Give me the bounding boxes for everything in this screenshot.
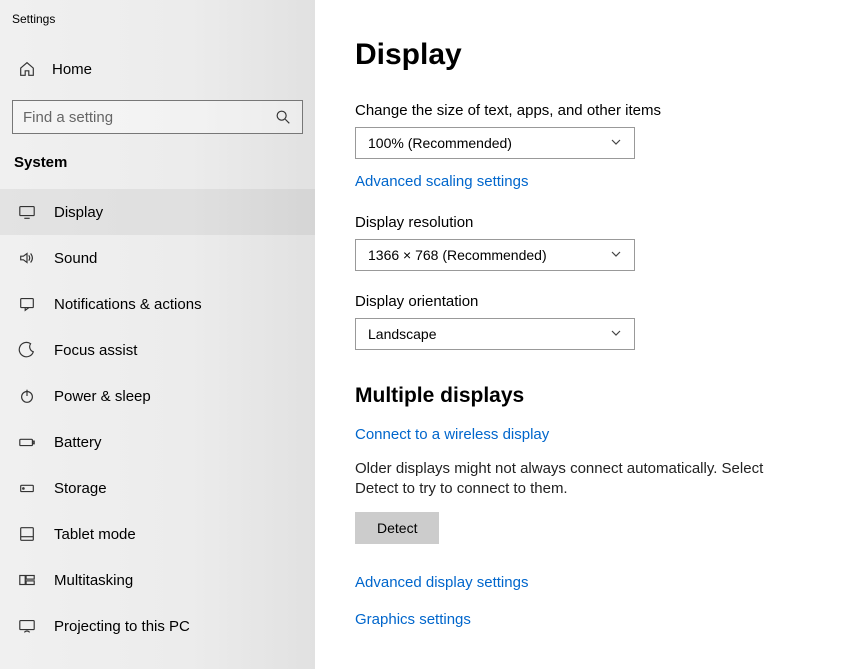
home-icon	[18, 60, 36, 78]
nav-item-label: Power & sleep	[54, 388, 151, 405]
multitasking-icon	[18, 571, 36, 589]
main-content: Display Change the size of text, apps, a…	[315, 0, 852, 669]
resolution-label: Display resolution	[355, 214, 828, 231]
multiple-displays-heading: Multiple displays	[355, 384, 828, 408]
chevron-down-icon	[610, 326, 622, 342]
advanced-display-link[interactable]: Advanced display settings	[355, 574, 528, 591]
sidebar: Settings Home System Display Sound	[0, 0, 315, 669]
battery-icon	[18, 433, 36, 451]
nav-item-projecting[interactable]: Projecting to this PC	[0, 603, 315, 649]
category-label: System	[0, 152, 315, 181]
storage-icon	[18, 479, 36, 497]
nav-item-label: Multitasking	[54, 572, 133, 589]
home-button[interactable]: Home	[0, 50, 315, 88]
resolution-dropdown[interactable]: 1366 × 768 (Recommended)	[355, 239, 635, 271]
nav-list: Display Sound Notifications & actions Fo…	[0, 189, 315, 649]
nav-item-label: Focus assist	[54, 342, 137, 359]
projecting-icon	[18, 617, 36, 635]
window-title: Settings	[0, 10, 315, 36]
nav-item-label: Projecting to this PC	[54, 618, 190, 635]
notifications-icon	[18, 295, 36, 313]
resolution-value: 1366 × 768 (Recommended)	[368, 247, 547, 263]
search-icon	[274, 108, 292, 126]
detect-button[interactable]: Detect	[355, 512, 439, 544]
focus-assist-icon	[18, 341, 36, 359]
nav-item-label: Battery	[54, 434, 102, 451]
scale-label: Change the size of text, apps, and other…	[355, 102, 828, 119]
chevron-down-icon	[610, 135, 622, 151]
search-input[interactable]	[23, 109, 274, 126]
tablet-icon	[18, 525, 36, 543]
connect-wireless-link[interactable]: Connect to a wireless display	[355, 426, 549, 443]
orientation-dropdown[interactable]: Landscape	[355, 318, 635, 350]
nav-item-label: Notifications & actions	[54, 296, 202, 313]
chevron-down-icon	[610, 247, 622, 263]
nav-item-storage[interactable]: Storage	[0, 465, 315, 511]
nav-item-label: Sound	[54, 250, 97, 267]
nav-item-display[interactable]: Display	[0, 189, 315, 235]
nav-item-notifications[interactable]: Notifications & actions	[0, 281, 315, 327]
sound-icon	[18, 249, 36, 267]
orientation-value: Landscape	[368, 326, 437, 342]
nav-item-multitasking[interactable]: Multitasking	[0, 557, 315, 603]
display-icon	[18, 203, 36, 221]
advanced-scaling-link[interactable]: Advanced scaling settings	[355, 173, 528, 190]
nav-item-focus-assist[interactable]: Focus assist	[0, 327, 315, 373]
power-icon	[18, 387, 36, 405]
nav-item-label: Tablet mode	[54, 526, 136, 543]
nav-item-sound[interactable]: Sound	[0, 235, 315, 281]
nav-item-battery[interactable]: Battery	[0, 419, 315, 465]
nav-item-tablet-mode[interactable]: Tablet mode	[0, 511, 315, 557]
nav-item-label: Display	[54, 204, 103, 221]
scale-value: 100% (Recommended)	[368, 135, 512, 151]
older-displays-text: Older displays might not always connect …	[355, 459, 785, 500]
home-label: Home	[52, 61, 92, 78]
scale-dropdown[interactable]: 100% (Recommended)	[355, 127, 635, 159]
page-title: Display	[355, 38, 828, 72]
nav-item-label: Storage	[54, 480, 107, 497]
search-box[interactable]	[12, 100, 303, 134]
orientation-label: Display orientation	[355, 293, 828, 310]
nav-item-power-sleep[interactable]: Power & sleep	[0, 373, 315, 419]
graphics-settings-link[interactable]: Graphics settings	[355, 611, 471, 628]
